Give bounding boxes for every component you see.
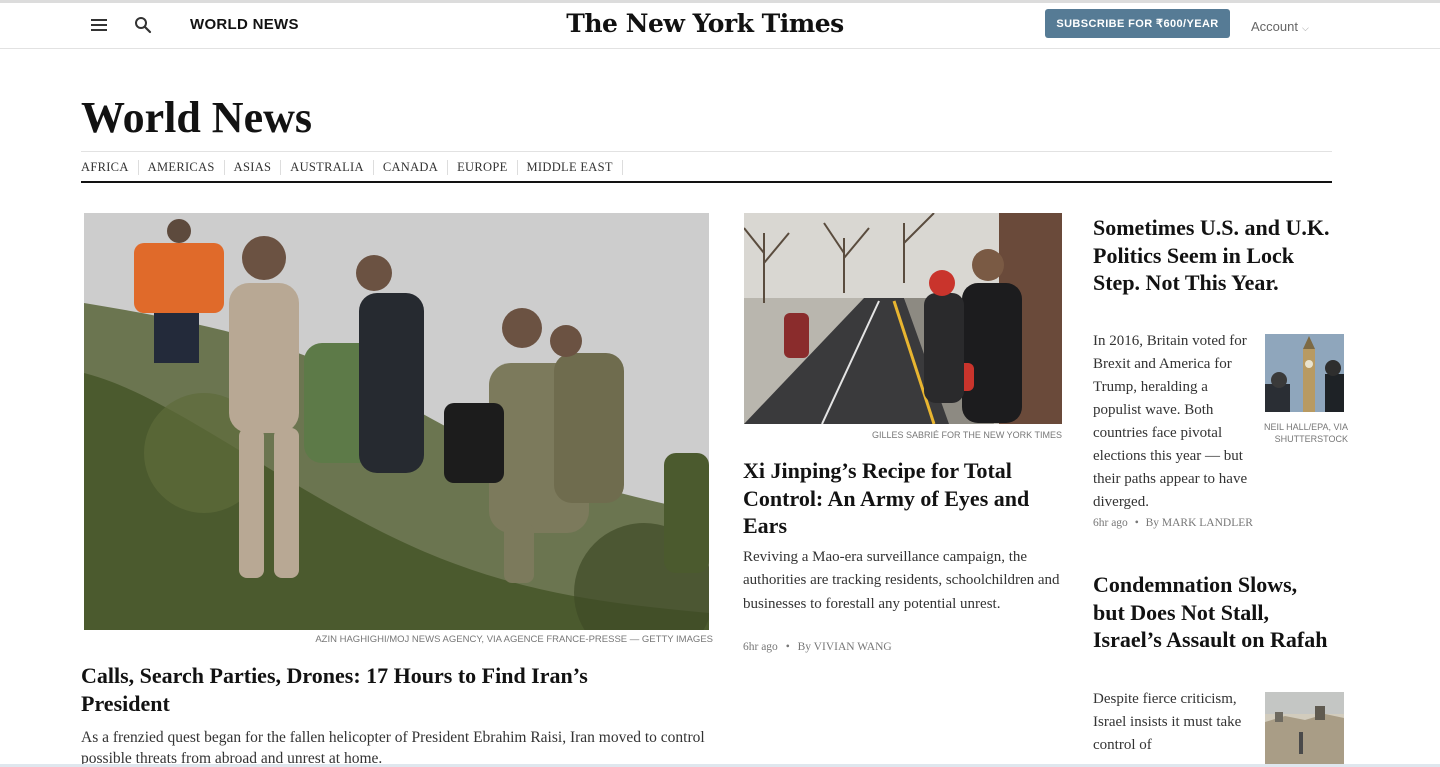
account-label: Account (1251, 19, 1298, 34)
right-story-thumbnail[interactable] (1265, 692, 1344, 764)
right-story-byline: 6hr ago • By MARK LANDLER (1093, 517, 1253, 529)
separator-dot: • (1134, 517, 1139, 529)
divider-thick (81, 181, 1332, 183)
subnav-item-europe[interactable]: EUROPE (457, 160, 518, 175)
divider (81, 151, 1332, 152)
author[interactable]: By VIVIAN WANG (798, 641, 892, 653)
middle-story-headline[interactable]: Xi Jinping’s Recipe for Total Control: A… (743, 457, 1073, 540)
nyt-logo[interactable]: The New York Times (560, 9, 850, 38)
right-story-thumbnail[interactable] (1265, 334, 1344, 412)
middle-story-image[interactable] (744, 213, 1062, 424)
right-story-headline[interactable]: Sometimes U.S. and U.K. Politics Seem in… (1093, 214, 1333, 297)
chevron-down-icon: ⌵ (1301, 23, 1309, 33)
hamburger-menu-icon[interactable] (91, 19, 107, 32)
subnav-item-africa[interactable]: AFRICA (81, 160, 139, 175)
right-story-headline[interactable]: Condemnation Slows, but Does Not Stall, … (1093, 571, 1333, 654)
middle-image-credit: GILLES SABRIÉ FOR THE NEW YORK TIMES (871, 430, 1062, 440)
subnav-item-middle-east[interactable]: MIDDLE EAST (527, 160, 623, 175)
masthead: WORLD NEWS The New York Times SUBSCRIBE … (0, 0, 1440, 49)
section-subnav: AFRICA AMERICAS ASIAS AUSTRALIA CANADA E… (81, 160, 632, 175)
timestamp: 6hr ago (743, 641, 778, 653)
subnav-item-asias[interactable]: ASIAS (234, 160, 282, 175)
right-story-summary: Despite fierce criticism, Israel insists… (1093, 691, 1242, 753)
lead-story-image[interactable] (84, 213, 709, 630)
author[interactable]: By MARK LANDLER (1146, 517, 1253, 529)
lead-story-headline[interactable]: Calls, Search Parties, Drones: 17 Hours … (81, 662, 681, 718)
lead-image-credit: AZIN HAGHIGHI/MOJ NEWS AGENCY, VIA AGENC… (315, 634, 713, 645)
search-icon[interactable] (134, 16, 152, 34)
middle-story-byline: 6hr ago • By VIVIAN WANG (743, 641, 892, 653)
subnav-item-canada[interactable]: CANADA (383, 160, 449, 175)
subnav-item-australia[interactable]: AUSTRALIA (290, 160, 374, 175)
subscribe-button[interactable]: SUBSCRIBE FOR ₹600/YEAR (1045, 9, 1230, 38)
right-story-image-credit: NEIL HALL/EPA, VIA SHUTTERSTOCK (1263, 422, 1348, 444)
timestamp: 6hr ago (1093, 517, 1128, 529)
middle-story-summary: Reviving a Mao-era surveillance campaign… (743, 549, 1060, 612)
separator-dot: • (785, 641, 790, 653)
section-label[interactable]: WORLD NEWS (190, 16, 299, 33)
subnav-item-americas[interactable]: AMERICAS (148, 160, 225, 175)
page-title: World News (81, 93, 312, 142)
account-menu[interactable]: Account ⌵ (1251, 19, 1309, 34)
lead-story-summary: As a frenzied quest began for the fallen… (81, 729, 705, 767)
right-story-summary: In 2016, Britain voted for Brexit and Am… (1093, 333, 1248, 510)
